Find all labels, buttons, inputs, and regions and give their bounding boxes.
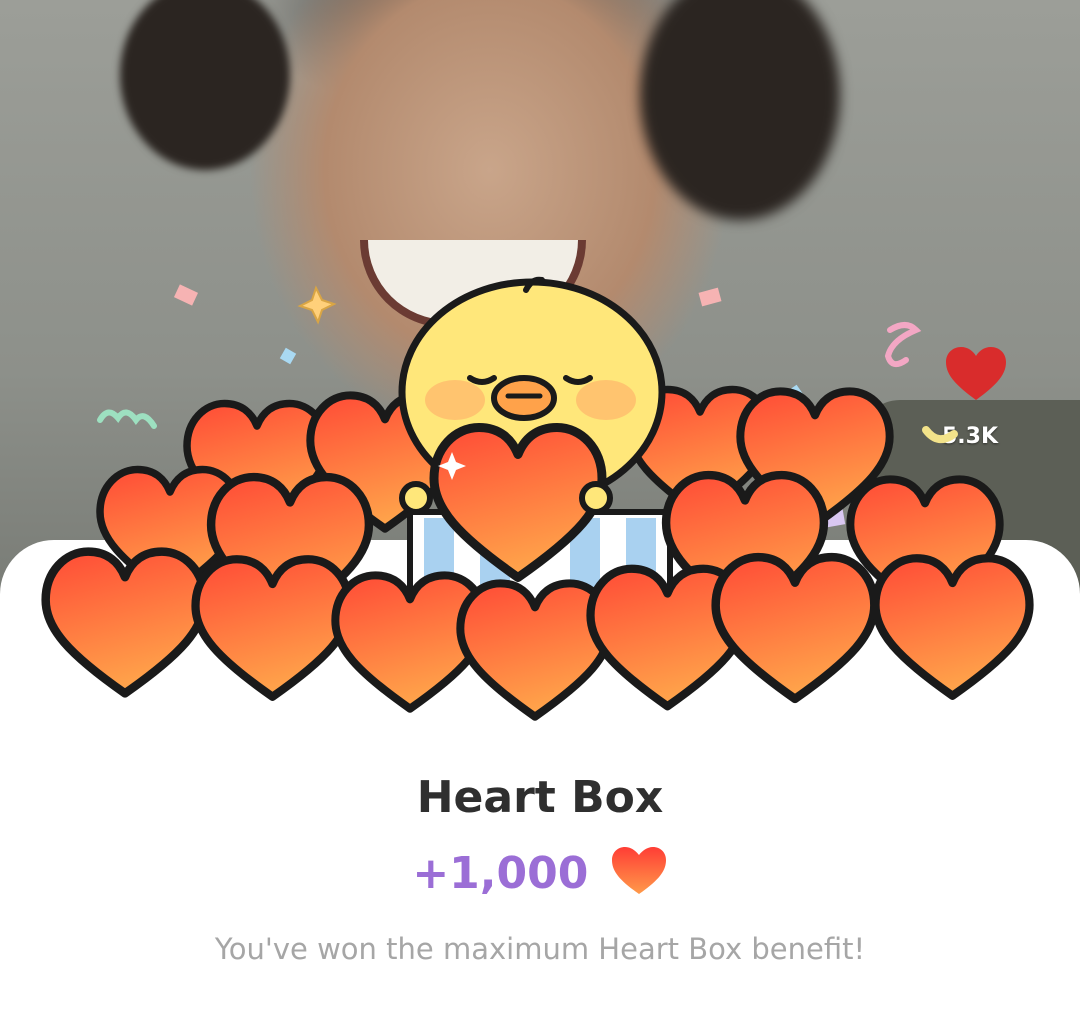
heart-icon	[611, 847, 666, 894]
reward-message: You've won the maximum Heart Box benefit…	[214, 932, 866, 966]
heart-icon	[196, 559, 350, 697]
reward-amount-row: +1,000	[0, 846, 1080, 899]
reward-amount: +1,000	[412, 848, 589, 899]
reward-title: Heart Box	[416, 772, 664, 823]
heart-icon	[876, 558, 1030, 696]
photo-hair-left	[120, 0, 290, 170]
heart-icon	[46, 552, 205, 694]
heart-icon	[460, 583, 609, 716]
heart-icon	[716, 557, 875, 699]
heart-box-illustration	[0, 276, 1080, 730]
photo-hair-right	[640, 0, 840, 220]
